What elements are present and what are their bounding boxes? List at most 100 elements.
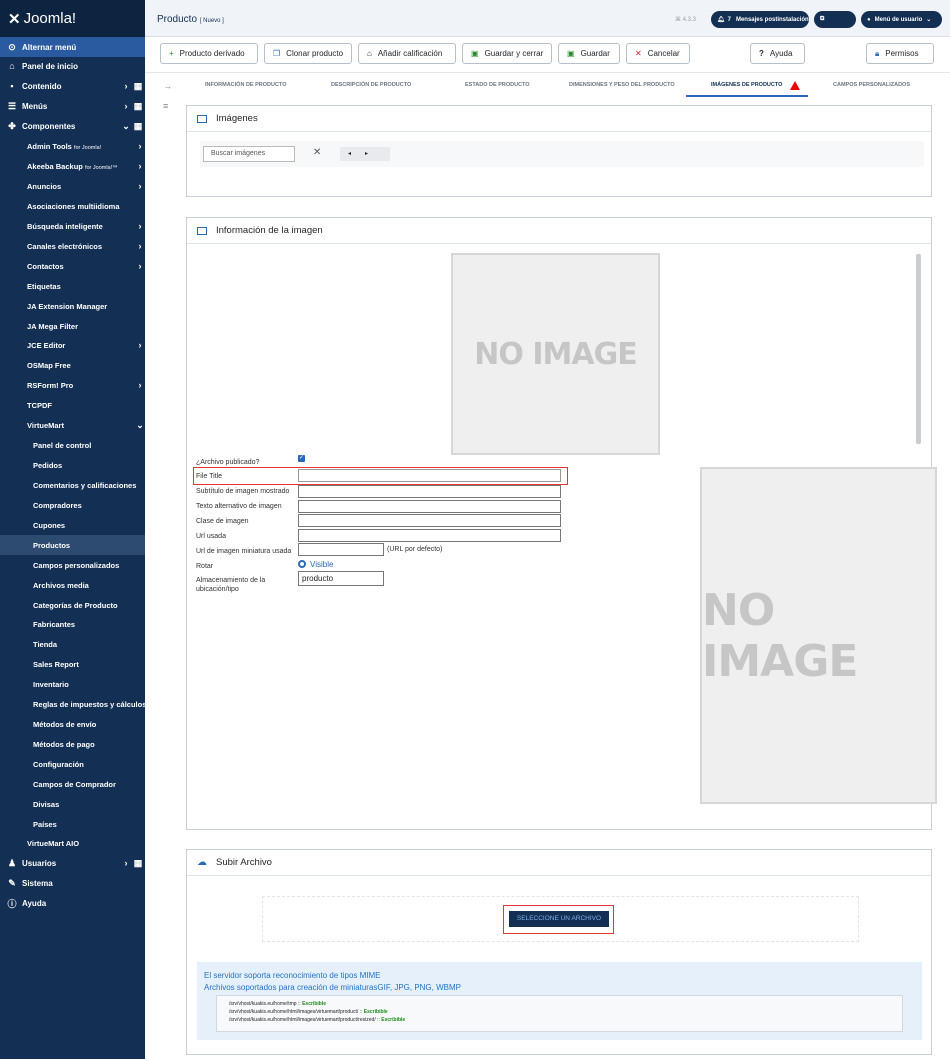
grid-icon[interactable]: ▦ xyxy=(131,858,145,869)
sidebar-item-components[interactable]: ✤ Componentes ⌄ ▦ xyxy=(0,116,145,136)
tab-imagenes[interactable]: IMÁGENES DE PRODUCTO xyxy=(711,82,782,88)
sidebar-item-paises[interactable]: Países xyxy=(0,814,145,834)
sidebar-item-tcpdf[interactable]: TCPDF xyxy=(0,395,145,415)
sidebar-item-cupones[interactable]: Cupones xyxy=(0,515,145,535)
sidebar-item-archivos-media[interactable]: Archivos media xyxy=(0,575,145,595)
tab-estado[interactable]: ESTADO DE PRODUCTO xyxy=(465,82,530,88)
save-close-button[interactable]: ▣ Guardar y cerrar xyxy=(462,43,552,64)
sidebar-item-akeeba[interactable]: Akeeba Backup for Joomla!™ › xyxy=(0,156,145,176)
sidebar-item-content[interactable]: ▪ Contenido › ▦ xyxy=(0,76,145,96)
sidebar-item-rsform[interactable]: RSForm! Pro › xyxy=(0,375,145,395)
cancel-button[interactable]: ✕ Cancelar xyxy=(626,43,690,64)
product-derived-button[interactable]: + Producto derivado xyxy=(160,43,258,64)
sidebar-item-panel-control[interactable]: Panel de control xyxy=(0,435,145,455)
sidebar-item-jce[interactable]: JCE Editor › xyxy=(0,335,145,355)
save-button[interactable]: ▣ Guardar xyxy=(558,43,620,64)
help-button[interactable]: ? Ayuda xyxy=(750,43,805,64)
sidebar-item-virtuemart[interactable]: VirtueMart ⌄ xyxy=(0,415,145,435)
sidebar-item-pedidos[interactable]: Pedidos xyxy=(0,455,145,475)
tab-descripcion[interactable]: DESCRIPCIÓN DE PRODUCTO xyxy=(331,82,411,88)
sidebar-item-productos[interactable]: Productos xyxy=(0,535,145,555)
joomla-logo[interactable]: ✕ Joomla! xyxy=(0,0,145,37)
thumb-url-input[interactable] xyxy=(298,543,384,556)
puzzle-icon: ✤ xyxy=(8,120,16,131)
tab-dimensiones[interactable]: DIMENSIONES Y PESO DEL PRODUCTO xyxy=(569,82,675,88)
sidebar-item-envio[interactable]: Métodos de envío xyxy=(0,714,145,734)
sidebar-item-menus[interactable]: ☰ Menús › ▦ xyxy=(0,96,145,116)
sidebar-item-comentarios[interactable]: Comentarios y calificaciones xyxy=(0,475,145,495)
search-input[interactable]: Buscar imágenes xyxy=(203,146,295,162)
sidebar-item-usuarios[interactable]: ♟ Usuarios › ▦ xyxy=(0,853,145,873)
sidebar-item-compradores[interactable]: Compradores xyxy=(0,495,145,515)
sidebar-item-asociaciones[interactable]: Asociaciones multiidioma xyxy=(0,196,145,216)
published-checkbox[interactable]: ✓ xyxy=(298,455,305,462)
grid-icon[interactable]: ▦ xyxy=(131,121,145,132)
sidebar-item-osmap[interactable]: OSMap Free xyxy=(0,355,145,375)
sidebar-item-admin-tools[interactable]: Admin Tools for Joomla! › xyxy=(0,136,145,156)
chevron-right-icon: › xyxy=(138,380,142,390)
sidebar-item-sales-report[interactable]: Sales Report xyxy=(0,654,145,674)
sidebar-item-divisas[interactable]: Divisas xyxy=(0,794,145,814)
sidebar-item-tienda[interactable]: Tienda xyxy=(0,634,145,654)
storage-input[interactable]: producto xyxy=(298,571,384,586)
toggle-menu-button[interactable]: ⊙ Alternar menú xyxy=(0,37,145,57)
sidebar-item-pago[interactable]: Métodos de pago xyxy=(0,734,145,754)
prev-icon[interactable]: ◂ xyxy=(348,151,365,157)
notifications-button[interactable]: 🔔︎ 7 Mensajes postinstalación xyxy=(711,11,809,28)
chevron-down-icon: ⌄ xyxy=(926,17,932,23)
sidebar-item-home[interactable]: ⌂ Panel de inicio xyxy=(0,56,145,76)
save-icon: ▣ xyxy=(471,49,479,58)
url-input[interactable] xyxy=(298,529,561,542)
toggle-icon: ⊙ xyxy=(8,41,16,52)
header: Producto [ Nuevo ] ⌘ 4.3.3 🔔︎ 7 Mensajes p… xyxy=(145,0,950,37)
tabs: INFORMACIÓN DE PRODUCTO DESCRIPCIÓN DE P… xyxy=(145,73,950,99)
alt-text-input[interactable] xyxy=(298,500,561,513)
user-menu-button[interactable]: ● Menú de usuario ⌄ xyxy=(861,11,942,28)
next-icon[interactable]: ▸ xyxy=(365,151,382,157)
home-icon: ⌂ xyxy=(367,49,372,58)
arrow-right-icon[interactable]: → xyxy=(163,81,172,91)
sidebar-item-ja-extension[interactable]: JA Extension Manager xyxy=(0,296,145,316)
sidebar-item-inventario[interactable]: Inventario xyxy=(0,674,145,694)
info-panel: El servidor soporta reconocimiento de ti… xyxy=(197,962,922,1040)
chevron-right-icon: › xyxy=(138,261,142,271)
rotate-radio[interactable] xyxy=(298,560,306,568)
clone-product-button[interactable]: ❐ Clonar producto xyxy=(264,43,352,64)
sidebar-item-reglas[interactable]: Reglas de impuestos y cálculos xyxy=(0,694,145,714)
image-class-input[interactable] xyxy=(298,514,561,527)
select-file-button[interactable]: SELECCIONE UN ARCHIVO xyxy=(509,911,609,927)
sidebar-item-etiquetas[interactable]: Etiquetas xyxy=(0,276,145,296)
subtitle-label: Subtítulo de imagen mostrado xyxy=(196,488,290,495)
sidebar-item-fabricantes[interactable]: Fabricantes xyxy=(0,614,145,634)
sidebar-item-configuracion[interactable]: Configuración xyxy=(0,754,145,774)
sidebar-item-canales[interactable]: Canales electrónicos › xyxy=(0,236,145,256)
grid-icon[interactable]: ▦ xyxy=(131,101,145,112)
hamburger-icon[interactable]: ≡ xyxy=(163,101,168,111)
add-rating-button[interactable]: ⌂ Añadir calificación xyxy=(358,43,456,64)
lock-icon: 🔒︎ xyxy=(875,48,880,58)
sidebar-item-ja-mega[interactable]: JA Mega Filter xyxy=(0,316,145,336)
tab-campos[interactable]: CAMPOS PERSONALIZADOS xyxy=(833,82,910,88)
sidebar-item-categorias[interactable]: Categorías de Producto xyxy=(0,595,145,615)
grid-icon[interactable]: ▦ xyxy=(131,81,145,92)
sidebar-item-campos-comprador[interactable]: Campos de Comprador xyxy=(0,774,145,794)
sidebar-item-anuncios[interactable]: Anuncios › xyxy=(0,176,145,196)
sidebar-item-ayuda[interactable]: ⓘ Ayuda xyxy=(0,893,145,913)
sidebar-item-sistema[interactable]: ✎ Sistema xyxy=(0,873,145,893)
scrollbar[interactable] xyxy=(916,254,921,444)
file-title-input[interactable] xyxy=(298,469,561,482)
tab-info-producto[interactable]: INFORMACIÓN DE PRODUCTO xyxy=(205,82,286,88)
sidebar-item-busqueda[interactable]: Búsqueda inteligente › xyxy=(0,216,145,236)
external-link-button[interactable]: ⧉ xyxy=(814,11,856,28)
pagination-buttons[interactable]: ◂▸ xyxy=(340,147,390,161)
copy-icon: ❐ xyxy=(273,49,281,58)
no-image-preview: NO IMAGE xyxy=(700,467,937,804)
sidebar-item-campos-personalizados[interactable]: Campos personalizados xyxy=(0,555,145,575)
clear-search-icon[interactable]: ✕ xyxy=(313,147,321,158)
permissions-button[interactable]: 🔒︎ Permisos xyxy=(866,43,934,64)
sidebar-item-contactos[interactable]: Contactos › xyxy=(0,256,145,276)
sidebar-item-virtuemart-aio[interactable]: VirtueMart AIO xyxy=(0,833,145,853)
subtitle-input[interactable] xyxy=(298,485,561,498)
mime-message: El servidor soporta reconocimiento de ti… xyxy=(204,971,381,980)
chevron-right-icon: › xyxy=(138,161,142,171)
